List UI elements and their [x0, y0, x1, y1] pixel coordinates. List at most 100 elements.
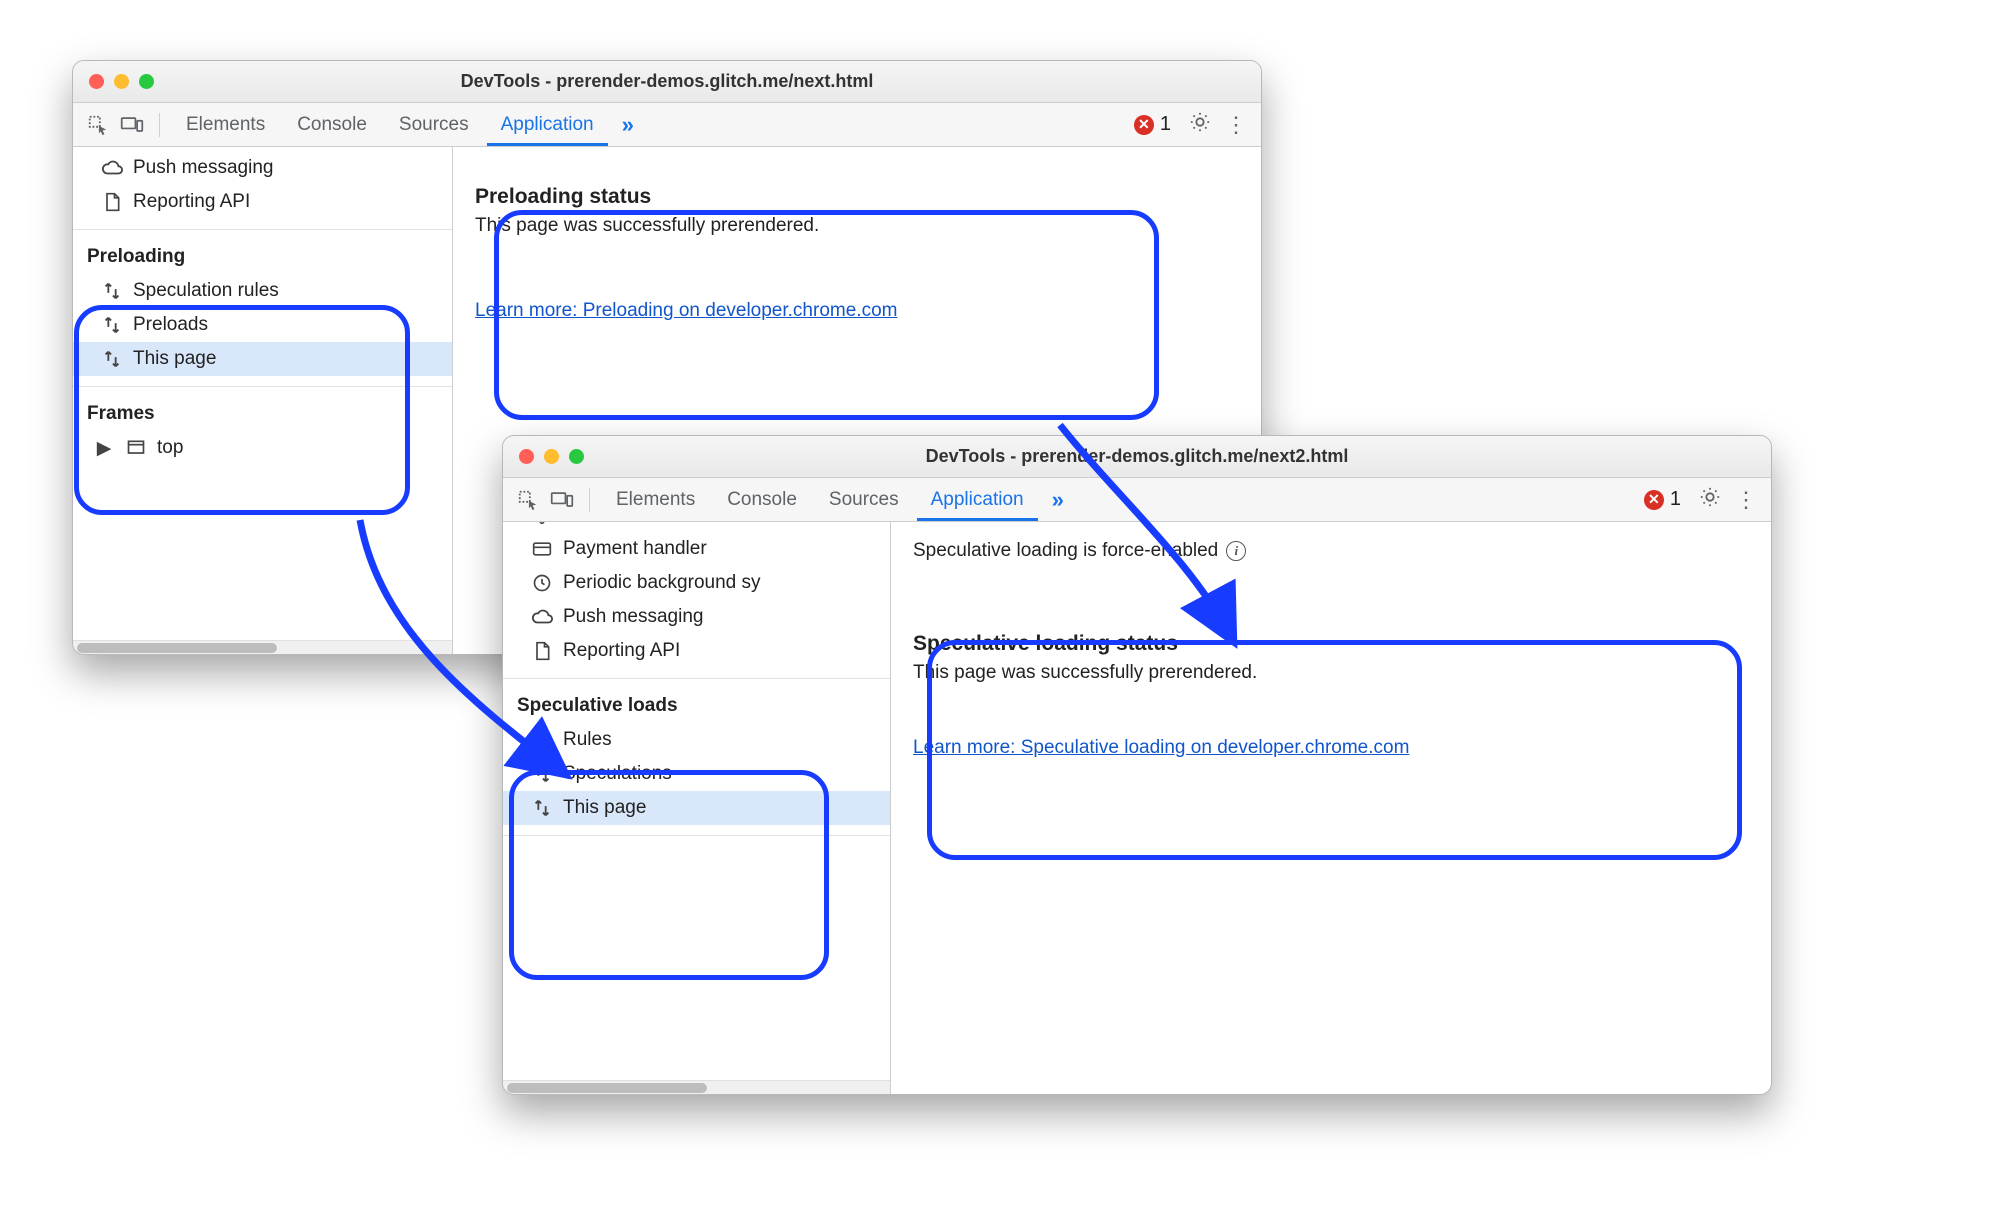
sidebar-separator	[503, 678, 890, 679]
maximize-icon[interactable]	[569, 449, 584, 464]
sidebar-item-label: Rules	[563, 729, 886, 751]
horizontal-scrollbar[interactable]	[73, 640, 452, 654]
inspect-icon[interactable]	[513, 485, 543, 515]
sidebar-item-speculation-rules[interactable]: Speculation rules	[73, 274, 452, 308]
window-title: DevTools - prerender-demos.glitch.me/nex…	[87, 71, 1247, 92]
tab-console[interactable]: Console	[713, 479, 811, 521]
sidebar-item-reporting-api[interactable]: Reporting API	[73, 185, 452, 219]
settings-icon[interactable]	[1699, 486, 1721, 514]
scrollbar-thumb[interactable]	[77, 643, 277, 653]
error-count-badge[interactable]: ✕ 1	[1644, 488, 1681, 511]
sidebar-separator	[73, 229, 452, 230]
error-count-badge[interactable]: ✕ 1	[1134, 113, 1171, 136]
sidebar-group-preloading: Preloading Speculation rules Preloads Th…	[73, 238, 452, 376]
sidebar-item-this-page[interactable]: This page	[503, 791, 890, 825]
maximize-icon[interactable]	[139, 74, 154, 89]
titlebar: DevTools - prerender-demos.glitch.me/nex…	[73, 61, 1261, 103]
status-title: Speculative loading status	[913, 632, 1749, 656]
kebab-menu-icon[interactable]: ⋮	[1225, 112, 1247, 138]
sidebar-item-label: Reporting API	[133, 191, 448, 213]
file-icon	[101, 191, 123, 213]
sidebar-item-label: Payment handler	[563, 538, 886, 560]
learn-more-link[interactable]: Learn more: Speculative loading on devel…	[913, 737, 1409, 758]
tab-elements[interactable]: Elements	[172, 104, 279, 146]
sidebar-item-label: This page	[133, 348, 448, 370]
sidebar-item-this-page[interactable]: This page	[73, 342, 452, 376]
sidebar-item-speculations[interactable]: Speculations	[503, 757, 890, 791]
toolbar-separator	[159, 113, 160, 137]
frame-icon	[125, 437, 147, 459]
panes: Notifications Payment handler Periodic b…	[503, 522, 1771, 1094]
learn-more-link[interactable]: Learn more: Preloading on developer.chro…	[475, 300, 897, 321]
sidebar-separator	[73, 386, 452, 387]
sidebar-item-label: Preloads	[133, 314, 448, 336]
sidebar-group-frames: Frames ▶ top	[73, 395, 452, 465]
file-icon	[531, 640, 553, 662]
sidebar-item-payment-handler[interactable]: Payment handler	[503, 532, 890, 566]
updown-icon	[531, 797, 553, 819]
traffic-lights	[89, 74, 154, 89]
sidebar-heading: Frames	[73, 395, 452, 431]
cloud-icon	[101, 157, 123, 179]
traffic-lights	[519, 449, 584, 464]
error-count: 1	[1160, 113, 1171, 136]
device-toggle-icon[interactable]	[547, 485, 577, 515]
device-toggle-icon[interactable]	[117, 110, 147, 140]
sidebar-heading: Preloading	[73, 238, 452, 274]
tab-elements[interactable]: Elements	[602, 479, 709, 521]
sidebar-item-top-frame[interactable]: ▶ top	[73, 431, 452, 465]
more-tabs-icon[interactable]: »	[612, 112, 644, 138]
status-body: This page was successfully prerendered.	[475, 215, 1239, 237]
settings-icon[interactable]	[1189, 111, 1211, 139]
card-icon	[531, 538, 553, 560]
error-icon: ✕	[1134, 115, 1154, 135]
cloud-icon	[531, 606, 553, 628]
inspect-icon[interactable]	[83, 110, 113, 140]
info-icon[interactable]: i	[1226, 541, 1246, 561]
updown-icon	[101, 314, 123, 336]
sidebar[interactable]: Notifications Payment handler Periodic b…	[503, 522, 891, 1094]
window-title: DevTools - prerender-demos.glitch.me/nex…	[517, 446, 1757, 467]
sidebar-item-label: Periodic background sy	[563, 572, 886, 594]
updown-icon	[101, 280, 123, 302]
minimize-icon[interactable]	[114, 74, 129, 89]
sidebar-item-push-messaging[interactable]: Push messaging	[73, 151, 452, 185]
close-icon[interactable]	[519, 449, 534, 464]
tab-sources[interactable]: Sources	[815, 479, 913, 521]
clock-icon	[531, 572, 553, 594]
sidebar-heading: Speculative loads	[503, 687, 890, 723]
status-body: This page was successfully prerendered.	[913, 662, 1749, 684]
sidebar-separator	[503, 835, 890, 836]
sidebar-item-periodic-bg-sync[interactable]: Periodic background sy	[503, 566, 890, 600]
sidebar-item-push-messaging[interactable]: Push messaging	[503, 600, 890, 634]
tab-application[interactable]: Application	[917, 479, 1038, 521]
kebab-menu-icon[interactable]: ⋮	[1735, 487, 1757, 513]
sidebar-item-label: Reporting API	[563, 640, 886, 662]
updown-icon	[531, 763, 553, 785]
close-icon[interactable]	[89, 74, 104, 89]
sidebar-item-reporting-api[interactable]: Reporting API	[503, 634, 890, 668]
sidebar-group-speculative-loads: Speculative loads Rules Speculations Thi…	[503, 687, 890, 825]
sidebar-item-rules[interactable]: Rules	[503, 723, 890, 757]
sidebar-item-label: This page	[563, 797, 886, 819]
sidebar-item-label: Push messaging	[133, 157, 448, 179]
tab-application[interactable]: Application	[487, 104, 608, 146]
sidebar-item-notifications[interactable]: Notifications	[503, 522, 890, 532]
horizontal-scrollbar[interactable]	[503, 1080, 890, 1094]
sidebar-item-label: top	[157, 437, 448, 459]
sidebar[interactable]: Push messaging Reporting API Preloading …	[73, 147, 453, 654]
disclosure-triangle-icon[interactable]: ▶	[93, 437, 115, 459]
bell-icon	[531, 522, 553, 526]
sidebar-item-preloads[interactable]: Preloads	[73, 308, 452, 342]
scrollbar-thumb[interactable]	[507, 1083, 707, 1093]
info-text: Speculative loading is force-enabled	[913, 540, 1218, 562]
error-count: 1	[1670, 488, 1681, 511]
titlebar: DevTools - prerender-demos.glitch.me/nex…	[503, 436, 1771, 478]
tab-console[interactable]: Console	[283, 104, 381, 146]
sidebar-item-label: Speculation rules	[133, 280, 448, 302]
toolbar: Elements Console Sources Application » ✕…	[503, 478, 1771, 522]
more-tabs-icon[interactable]: »	[1042, 487, 1074, 513]
sidebar-item-label: Push messaging	[563, 606, 886, 628]
minimize-icon[interactable]	[544, 449, 559, 464]
tab-sources[interactable]: Sources	[385, 104, 483, 146]
